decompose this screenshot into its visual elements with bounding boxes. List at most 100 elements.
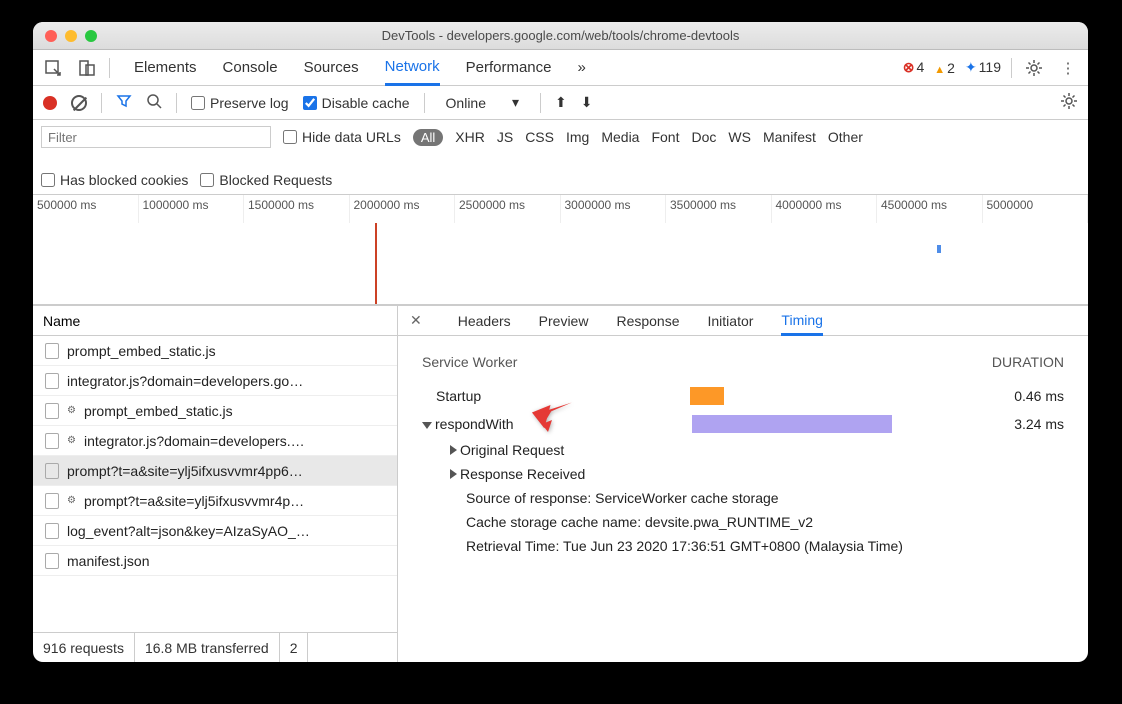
- filter-input[interactable]: [41, 126, 271, 148]
- filter-css[interactable]: CSS: [525, 129, 554, 145]
- request-name: prompt?t=a&site=ylj5ifxusvvmr4pp6…: [67, 463, 303, 479]
- filter-ws[interactable]: WS: [728, 129, 751, 145]
- request-row[interactable]: ⚙prompt?t=a&site=ylj5ifxusvvmr4p…: [33, 486, 397, 516]
- download-icon[interactable]: ⬇: [581, 94, 593, 111]
- timing-sub-response[interactable]: Response Received: [450, 462, 1064, 486]
- preserve-log-label: Preserve log: [210, 95, 289, 111]
- response-received-label: Response Received: [460, 466, 585, 482]
- timing-row-startup: Startup 0.46 ms: [422, 382, 1064, 410]
- filter-doc[interactable]: Doc: [691, 129, 716, 145]
- file-icon: [45, 373, 59, 389]
- tick: 1000000 ms: [139, 195, 245, 223]
- tab-headers[interactable]: Headers: [458, 313, 511, 329]
- tab-more[interactable]: »: [578, 50, 586, 85]
- tab-preview[interactable]: Preview: [539, 313, 589, 329]
- collapse-icon: [450, 445, 457, 455]
- hide-data-urls-checkbox[interactable]: Hide data URLs: [283, 129, 401, 145]
- tab-sources[interactable]: Sources: [304, 50, 359, 85]
- respondwith-label: respondWith: [435, 416, 514, 432]
- request-name: integrator.js?domain=developers.…: [84, 433, 305, 449]
- timing-row-respondwith[interactable]: respondWith 3.24 ms: [422, 410, 1064, 438]
- timing-detail-time: Retrieval Time: Tue Jun 23 2020 17:36:51…: [466, 534, 1064, 558]
- duration-header: DURATION: [992, 354, 1064, 370]
- respondwith-bar: [692, 415, 892, 433]
- timeline-marker: [375, 223, 377, 304]
- console-counts[interactable]: 4 2 119: [903, 59, 1001, 76]
- main-toolbar: Elements Console Sources Network Perform…: [33, 50, 1088, 86]
- settings-icon[interactable]: [1022, 56, 1046, 80]
- file-icon: [45, 433, 59, 449]
- inspect-icon[interactable]: [41, 56, 65, 80]
- filter-media[interactable]: Media: [601, 129, 639, 145]
- disable-cache-checkbox[interactable]: Disable cache: [303, 95, 410, 111]
- blocked-requests-label: Blocked Requests: [219, 172, 332, 188]
- tick: 3000000 ms: [561, 195, 667, 223]
- request-row[interactable]: log_event?alt=json&key=AIzaSyAO_…: [33, 516, 397, 546]
- tab-network[interactable]: Network: [385, 51, 440, 86]
- hide-data-urls-label: Hide data URLs: [302, 129, 401, 145]
- timing-section-label: Service Worker: [422, 354, 517, 370]
- search-icon[interactable]: [146, 93, 162, 112]
- startup-duration: 0.46 ms: [1014, 388, 1064, 404]
- network-toolbar: Preserve log Disable cache Online▾ ⬆ ⬇: [33, 86, 1088, 120]
- file-icon: [45, 553, 59, 569]
- request-row[interactable]: manifest.json: [33, 546, 397, 576]
- warning-count[interactable]: 2: [934, 60, 955, 76]
- blocked-cookies-checkbox[interactable]: Has blocked cookies: [41, 172, 188, 188]
- tick: 4500000 ms: [877, 195, 983, 223]
- status-bar: 916 requests 16.8 MB transferred 2: [33, 632, 397, 662]
- tab-timing[interactable]: Timing: [781, 307, 823, 336]
- filter-icon[interactable]: [116, 93, 132, 112]
- record-button[interactable]: [43, 96, 57, 110]
- device-icon[interactable]: [75, 56, 99, 80]
- filter-xhr[interactable]: XHR: [455, 129, 485, 145]
- request-name: log_event?alt=json&key=AIzaSyAO_…: [67, 523, 310, 539]
- menu-icon[interactable]: ⋮: [1056, 56, 1080, 80]
- filter-manifest[interactable]: Manifest: [763, 129, 816, 145]
- filter-bar: Hide data URLs All XHR JS CSS Img Media …: [33, 120, 1088, 195]
- timing-detail-cache: Cache storage cache name: devsite.pwa_RU…: [466, 510, 1064, 534]
- request-name: prompt_embed_static.js: [67, 343, 216, 359]
- network-settings-icon[interactable]: [1060, 92, 1078, 113]
- annotation-arrow-icon: [528, 390, 578, 443]
- throttling-select[interactable]: Online▾: [439, 91, 527, 114]
- request-name: prompt_embed_static.js: [84, 403, 233, 419]
- clear-button[interactable]: [71, 95, 87, 111]
- upload-icon[interactable]: ⬆: [555, 94, 567, 111]
- tab-performance[interactable]: Performance: [466, 50, 552, 85]
- close-detail-button[interactable]: ✕: [410, 312, 422, 329]
- preserve-log-checkbox[interactable]: Preserve log: [191, 95, 289, 111]
- tab-initiator[interactable]: Initiator: [708, 313, 754, 329]
- detail-tabs: ✕ Headers Preview Response Initiator Tim…: [398, 306, 1088, 336]
- request-row[interactable]: prompt?t=a&site=ylj5ifxusvvmr4pp6…: [33, 456, 397, 486]
- lower-pane: Name prompt_embed_static.js integrator.j…: [33, 305, 1088, 662]
- timeline-overview[interactable]: 500000 ms 1000000 ms 1500000 ms 2000000 …: [33, 195, 1088, 305]
- filter-all[interactable]: All: [413, 129, 443, 146]
- request-row[interactable]: ⚙prompt_embed_static.js: [33, 396, 397, 426]
- message-count[interactable]: 119: [965, 59, 1001, 76]
- filter-img[interactable]: Img: [566, 129, 589, 145]
- blocked-requests-checkbox[interactable]: Blocked Requests: [200, 172, 332, 188]
- request-name: integrator.js?domain=developers.go…: [67, 373, 303, 389]
- name-header[interactable]: Name: [33, 306, 397, 336]
- tab-elements[interactable]: Elements: [134, 50, 197, 85]
- tab-console[interactable]: Console: [223, 50, 278, 85]
- filter-other[interactable]: Other: [828, 129, 863, 145]
- tick: 5000000: [983, 195, 1089, 223]
- timeline-ticks: 500000 ms 1000000 ms 1500000 ms 2000000 …: [33, 195, 1088, 223]
- file-icon: [45, 523, 59, 539]
- request-name: manifest.json: [67, 553, 149, 569]
- timing-panel: Service Worker DURATION Startup 0.46 ms …: [398, 336, 1088, 662]
- titlebar: DevTools - developers.google.com/web/too…: [33, 22, 1088, 50]
- filter-js[interactable]: JS: [497, 129, 513, 145]
- request-count: 916 requests: [33, 633, 135, 662]
- tick: 2000000 ms: [350, 195, 456, 223]
- error-count[interactable]: 4: [903, 59, 925, 76]
- filter-font[interactable]: Font: [651, 129, 679, 145]
- request-row[interactable]: ⚙ integrator.js?domain=developers.…: [33, 426, 397, 456]
- gear-icon: ⚙: [67, 435, 76, 446]
- devtools-window: DevTools - developers.google.com/web/too…: [33, 22, 1088, 662]
- request-row[interactable]: prompt_embed_static.js: [33, 336, 397, 366]
- tab-response[interactable]: Response: [616, 313, 679, 329]
- request-row[interactable]: integrator.js?domain=developers.go…: [33, 366, 397, 396]
